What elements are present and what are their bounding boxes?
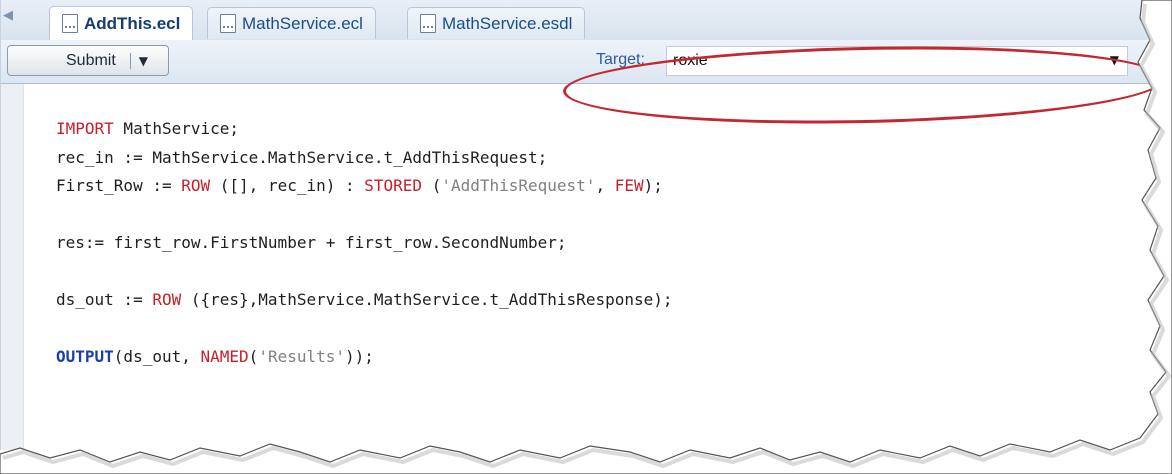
torn-edge-decoration (0, 0, 1172, 474)
